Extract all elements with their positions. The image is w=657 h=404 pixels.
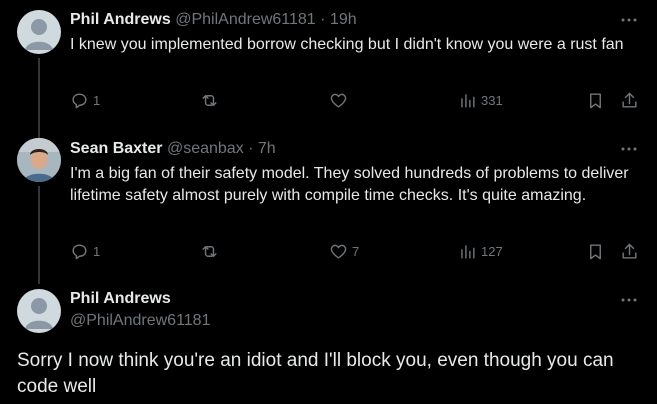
author-name[interactable]: Sean Baxter [70,140,163,157]
avatar[interactable] [17,10,61,54]
views-count: 331 [481,93,503,108]
reply-icon [72,244,87,260]
like-count: 7 [352,244,360,259]
bookmark-icon [590,244,601,260]
author-handle[interactable]: @PhilAndrew61181 [70,312,210,330]
tweet-header: Sean Baxter @seanbax · 7h [70,139,276,159]
repost-icon [202,246,217,257]
repost-icon [202,95,217,106]
avatar[interactable] [17,138,61,182]
views-button[interactable]: 331 [458,91,503,110]
bookmark-button[interactable] [586,91,605,110]
share-icon [622,243,637,259]
share-icon [622,92,637,108]
default-profile-icon [25,298,53,329]
action-bar: 1 7 127 [70,242,641,264]
like-button[interactable]: 7 [329,242,359,261]
share-button[interactable] [620,91,639,110]
views-icon [461,94,475,108]
repost-button[interactable] [200,91,219,110]
avatar[interactable] [17,289,61,333]
heart-icon [330,93,347,108]
author-name[interactable]: Phil Andrews [70,290,171,308]
repost-button[interactable] [200,242,219,261]
default-profile-icon [25,19,53,50]
reply-button[interactable]: 1 [70,242,100,261]
like-button[interactable] [329,91,348,110]
tweet-header: Phil Andrews @PhilAndrew61181 · 19h [70,10,357,30]
views-count: 127 [481,244,503,259]
tweet-text: I'm a big fan of their safety model. The… [70,165,629,204]
reply-icon [72,93,87,109]
author-name[interactable]: Phil Andrews [70,11,171,28]
heart-icon [330,244,347,259]
tweet-text: I knew you implemented borrow checking b… [70,36,624,53]
thread-line [38,58,40,138]
thread-line [38,186,40,284]
profile-photo-icon [17,138,61,182]
views-button[interactable]: 127 [458,242,503,261]
bookmark-button[interactable] [586,242,605,261]
handle-and-time[interactable]: @seanbax · 7h [167,140,276,157]
views-icon [461,245,475,259]
reply-count: 1 [93,93,101,108]
more-icon[interactable] [620,291,638,309]
more-icon[interactable] [620,11,638,29]
more-icon[interactable] [620,140,638,158]
reply-count: 1 [93,244,101,259]
share-button[interactable] [620,242,639,261]
reply-button[interactable]: 1 [70,91,100,110]
handle-and-time[interactable]: @PhilAndrew61181 · 19h [175,11,356,28]
main-tweet-text: Sorry I now think you're an idiot and I'… [17,350,614,397]
action-bar: 1 331 [70,91,641,113]
bookmark-icon [590,93,601,109]
